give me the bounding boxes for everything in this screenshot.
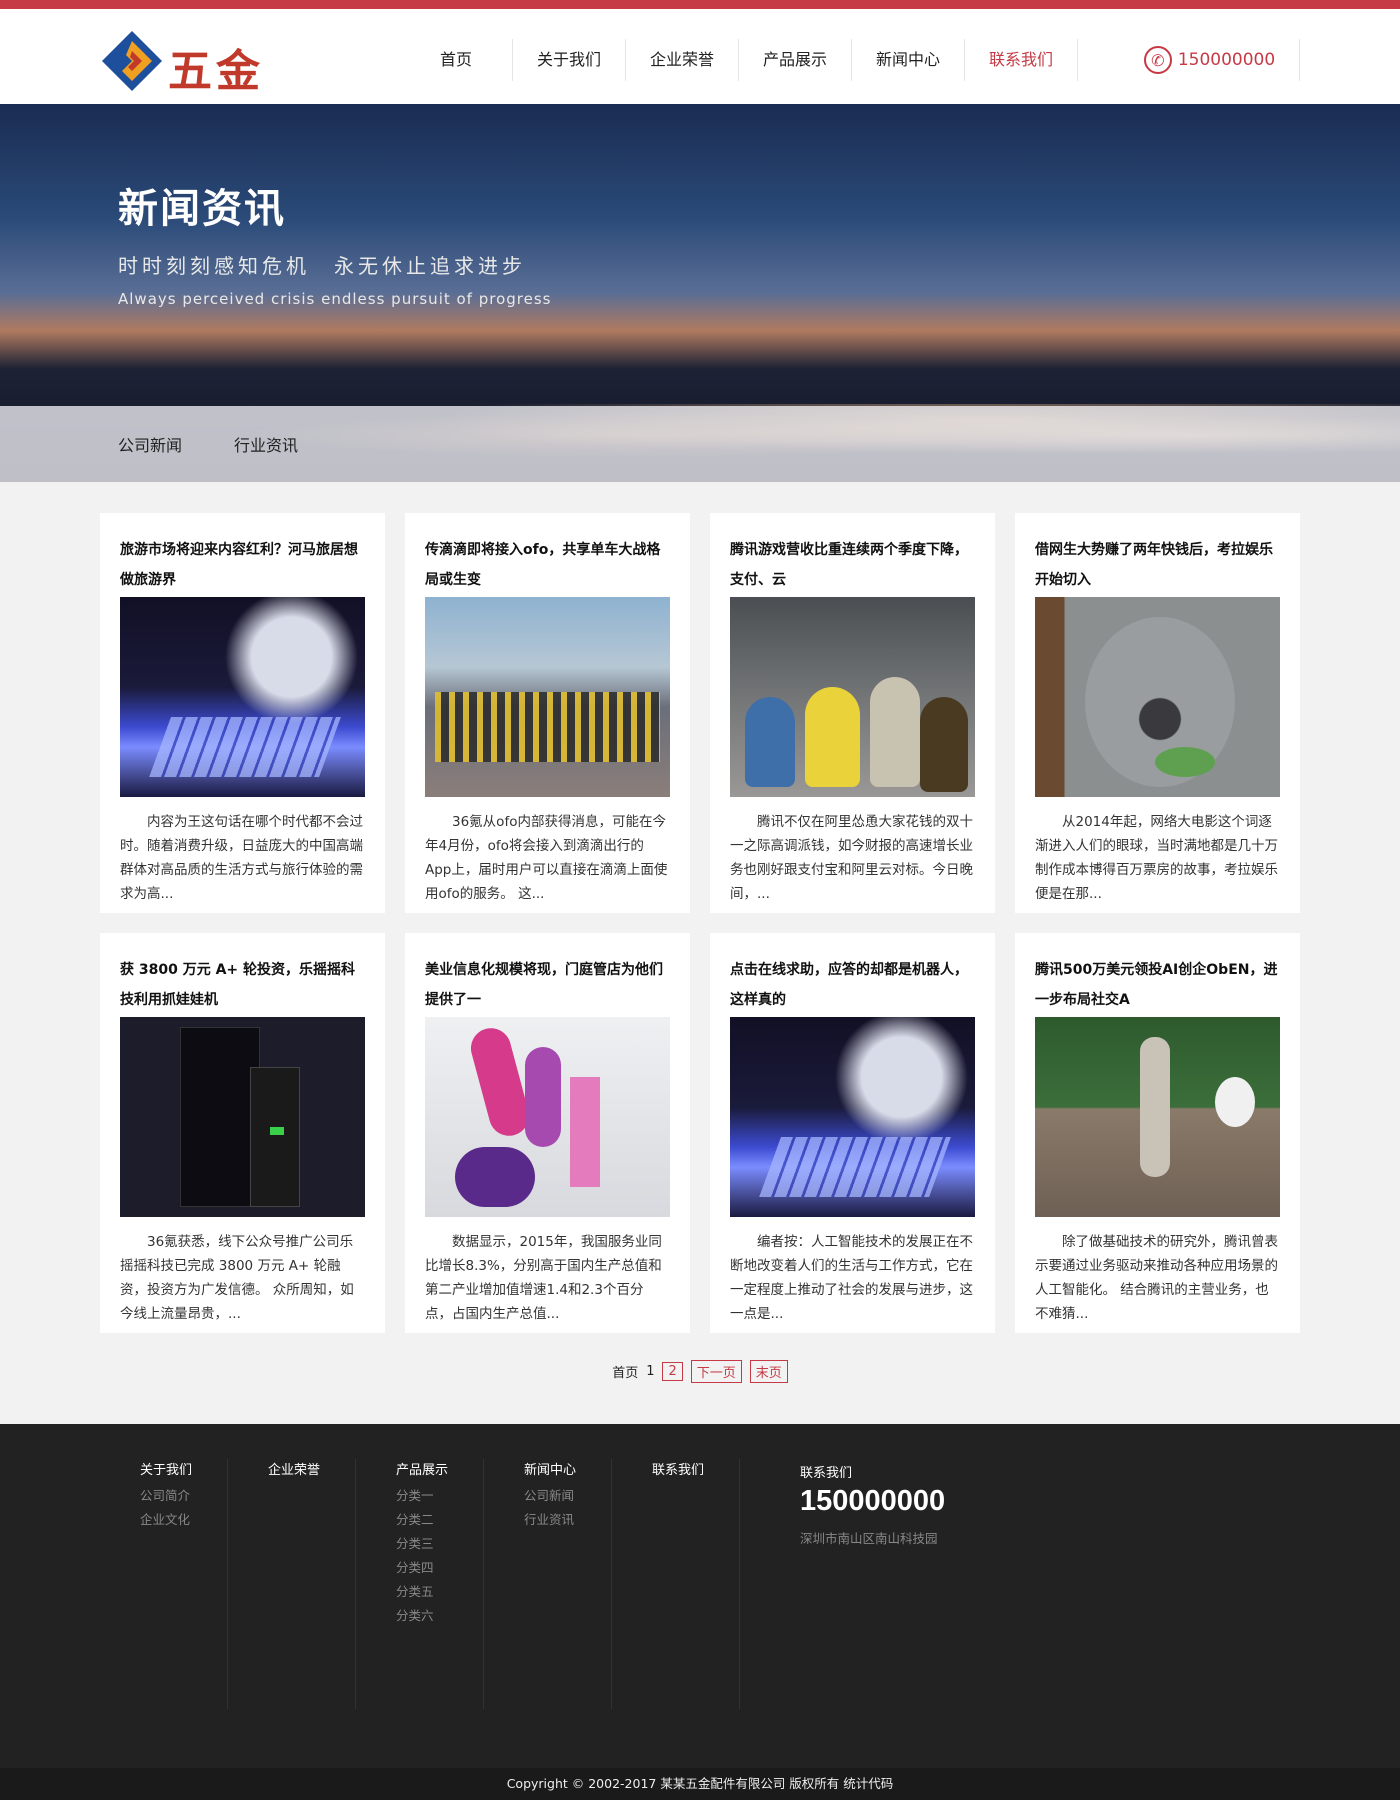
news-card-desc: 编者按：人工智能技术的发展正在不断地改变着人们的生活与工作方式，它在一定程度上推… [730,1234,973,1322]
nav-item-honors[interactable]: 企业荣誉 [626,39,739,81]
news-card-image[interactable] [120,1017,365,1217]
news-card-image[interactable] [425,597,670,797]
footer-col-head[interactable]: 联系我们 [652,1459,739,1478]
news-card-image[interactable] [730,1017,975,1217]
top-accent-bar [0,0,1400,9]
footer-columns: 关于我们 公司简介 企业文化 企业荣誉 产品展示 分类一 分类二 分类三 分类四… [100,1459,740,1709]
footer-col-head[interactable]: 关于我们 [140,1459,227,1478]
pagination-first[interactable]: 首页 [612,1362,638,1381]
news-card-title[interactable]: 美业信息化规模将现，门庭管店为他们提供了一 [425,955,670,1015]
nav-item-news[interactable]: 新闻中心 [852,39,965,81]
news-card-image[interactable] [1035,597,1280,797]
footer-col-head[interactable]: 新闻中心 [524,1459,611,1478]
footer-link[interactable]: 企业文化 [140,1508,227,1532]
news-card[interactable]: 旅游市场将迎来内容红利？河马旅居想做旅游界 内容为王这句话在哪个时代都不会过时。… [100,513,385,913]
news-card-image[interactable] [1035,1017,1280,1217]
news-card-desc: 内容为王这句话在哪个时代都不会过时。随着消费升级，日益庞大的中国高端群体对高品质… [120,814,363,902]
news-card-image[interactable] [425,1017,670,1217]
news-card-title[interactable]: 获 3800 万元 A+ 轮投资，乐摇摇科技利用抓娃娃机 [120,955,365,1015]
brand-name: 五金 [168,46,264,97]
footer-link[interactable]: 分类二 [396,1508,483,1532]
nav-item-contact[interactable]: 联系我们 [965,39,1078,107]
logo[interactable]: 五金 [100,29,270,99]
banner-subtitle-en: Always perceived crisis endless pursuit … [118,290,552,308]
pagination: 首页 1 2 下一页 末页 [0,1360,1400,1383]
footer-link[interactable]: 分类三 [396,1532,483,1556]
news-card-title[interactable]: 腾讯游戏营收比重连续两个季度下降，支付、云 [730,535,975,595]
news-card-title[interactable]: 腾讯500万美元领投AI创企ObEN，进一步布局社交A [1035,955,1280,1015]
footer-col-head[interactable]: 产品展示 [396,1459,483,1478]
news-card-image[interactable] [730,597,975,797]
news-card-title[interactable]: 传滴滴即将接入ofo，共享单车大战格局或生变 [425,535,670,595]
news-card-desc: 36氪从ofo内部获得消息，可能在今年4月份，ofo将会接入到滴滴出行的App上… [425,814,668,902]
footer-link[interactable]: 公司简介 [140,1484,227,1508]
news-card[interactable]: 获 3800 万元 A+ 轮投资，乐摇摇科技利用抓娃娃机 36氪获悉，线下公众号… [100,933,385,1333]
copyright: Copyright © 2002-2017 某某五金配件有限公司 版权所有 统计… [0,1768,1400,1800]
news-card-image[interactable] [120,597,365,797]
footer-link[interactable]: 分类一 [396,1484,483,1508]
banner-title: 新闻资讯 [118,186,286,232]
footer-contact-head: 联系我们 [800,1466,853,1481]
footer-contact-phone: 150000000 [800,1485,946,1517]
footer-link[interactable]: 行业资讯 [524,1508,611,1532]
footer-col-head[interactable]: 企业荣誉 [268,1459,355,1478]
logo-icon [102,31,162,91]
header-phone: ✆ 150000000 [1120,39,1300,81]
footer-link[interactable]: 公司新闻 [524,1484,611,1508]
footer-col-about: 关于我们 公司简介 企业文化 [100,1459,228,1709]
footer-col-news: 新闻中心 公司新闻 行业资讯 [484,1459,612,1709]
footer-contact-address: 深圳市南山区南山科技园 [800,1531,938,1546]
pagination-next[interactable]: 下一页 [690,1360,742,1383]
news-card-desc: 数据显示，2015年，我国服务业同比增长8.3%，分别高于国内生产总值和第二产业… [425,1234,662,1322]
news-card-title[interactable]: 点击在线求助，应答的却都是机器人，这样真的 [730,955,975,1015]
footer: 关于我们 公司简介 企业文化 企业荣誉 产品展示 分类一 分类二 分类三 分类四… [0,1424,1400,1800]
news-card-desc: 36氪获悉，线下公众号推广公司乐摇摇科技已完成 3800 万元 A+ 轮融资，投… [120,1234,354,1322]
news-card[interactable]: 美业信息化规模将现，门庭管店为他们提供了一 数据显示，2015年，我国服务业同比… [405,933,690,1333]
news-card[interactable]: 点击在线求助，应答的却都是机器人，这样真的 编者按：人工智能技术的发展正在不断地… [710,933,995,1333]
footer-link[interactable]: 分类五 [396,1580,483,1604]
footer-link[interactable]: 分类四 [396,1556,483,1580]
header-phone-number: 150000000 [1177,50,1276,70]
footer-link[interactable]: 分类六 [396,1604,483,1628]
news-card-desc: 腾讯不仅在阿里怂恿大家花钱的双十一之际高调派钱，如今财报的高速增长业务也刚好跟支… [730,814,973,902]
footer-col-contact: 联系我们 [612,1459,740,1709]
header: 五金 首页 关于我们 企业荣誉 产品展示 新闻中心 联系我们 ✆ 1500000… [0,9,1400,107]
nav-item-products[interactable]: 产品展示 [739,39,852,81]
news-grid: 旅游市场将迎来内容红利？河马旅居想做旅游界 内容为王这句话在哪个时代都不会过时。… [100,513,1300,1333]
footer-col-honors: 企业荣誉 [228,1459,356,1709]
news-card[interactable]: 借网生大势赚了两年快钱后，考拉娱乐开始切入 从2014年起，网络大电影这个词逐渐… [1015,513,1300,913]
main-nav: 首页 关于我们 企业荣誉 产品展示 新闻中心 联系我们 [400,39,1078,107]
pagination-last[interactable]: 末页 [749,1360,788,1383]
news-card[interactable]: 腾讯游戏营收比重连续两个季度下降，支付、云 腾讯不仅在阿里怂恿大家花钱的双十一之… [710,513,995,913]
subnav-item-industry-news[interactable]: 行业资讯 [234,432,298,456]
news-card-desc: 从2014年起，网络大电影这个词逐渐进入人们的眼球，当时满地都是几十万制作成本博… [1035,814,1278,902]
nav-item-about[interactable]: 关于我们 [513,39,626,81]
news-card[interactable]: 传滴滴即将接入ofo，共享单车大战格局或生变 36氪从ofo内部获得消息，可能在… [405,513,690,913]
phone-icon: ✆ [1143,46,1172,74]
news-card-desc: 除了做基础技术的研究外，腾讯曾表示要通过业务驱动来推动各种应用场景的人工智能化。… [1035,1234,1278,1322]
footer-contact: 联系我们 150000000 深圳市南山区南山科技园 [800,1462,945,1547]
banner-subtitle: 时时刻刻感知危机 永无休止追求进步 [118,254,526,278]
news-card-title[interactable]: 旅游市场将迎来内容红利？河马旅居想做旅游界 [120,535,365,595]
pagination-page-2[interactable]: 2 [662,1362,683,1381]
pagination-current: 1 [646,1364,655,1379]
news-card[interactable]: 腾讯500万美元领投AI创企ObEN，进一步布局社交A 除了做基础技术的研究外，… [1015,933,1300,1333]
sub-nav: 公司新闻 行业资讯 [0,406,1400,482]
footer-col-products: 产品展示 分类一 分类二 分类三 分类四 分类五 分类六 [356,1459,484,1709]
hero-banner: 新闻资讯 时时刻刻感知危机 永无休止追求进步 Always perceived … [0,104,1400,482]
subnav-item-company-news[interactable]: 公司新闻 [118,432,182,456]
news-card-title[interactable]: 借网生大势赚了两年快钱后，考拉娱乐开始切入 [1035,535,1280,595]
nav-item-home[interactable]: 首页 [400,39,513,81]
